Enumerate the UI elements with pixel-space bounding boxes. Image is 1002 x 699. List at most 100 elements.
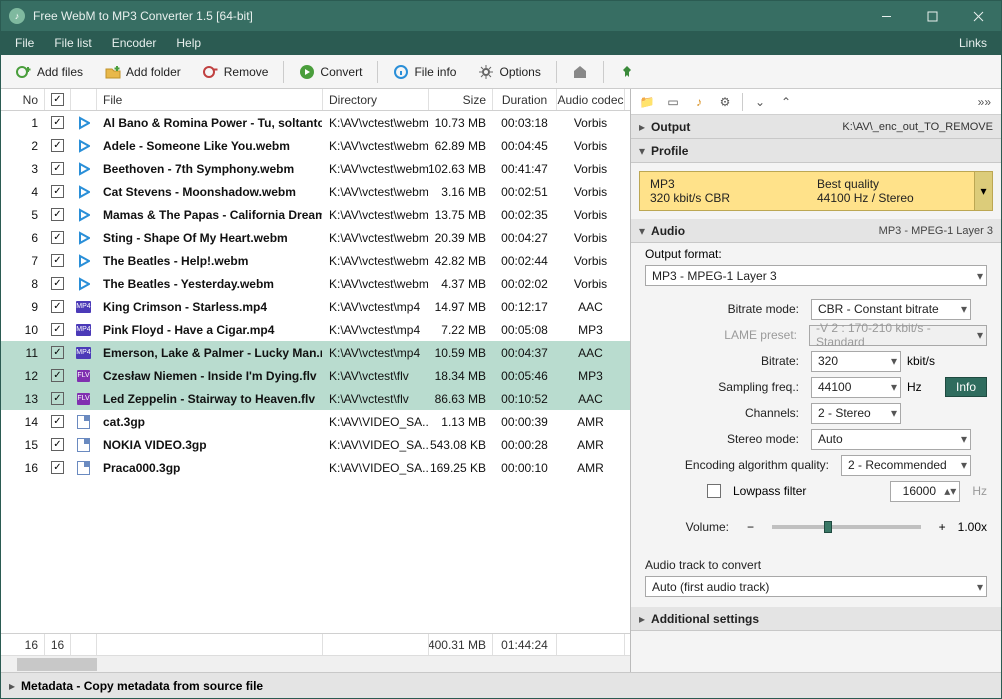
- convert-icon: [299, 64, 315, 80]
- table-row[interactable]: 2✓Adele - Someone Like You.webmK:\AV\vct…: [1, 134, 630, 157]
- audio-pane-header[interactable]: ▾ Audio MP3 - MPEG-1 Layer 3: [631, 219, 1001, 243]
- row-checkbox[interactable]: ✓: [45, 392, 71, 405]
- row-checkbox[interactable]: ✓: [45, 185, 71, 198]
- bitrate-unit: kbit/s: [907, 354, 935, 368]
- add-files-button[interactable]: Add files: [7, 59, 92, 85]
- row-checkbox[interactable]: ✓: [45, 208, 71, 221]
- row-size: 7.22 MB: [429, 323, 493, 337]
- row-checkbox[interactable]: ✓: [45, 162, 71, 175]
- sampling-select[interactable]: 44100▾: [811, 377, 901, 398]
- table-row[interactable]: 12✓FLVCzesław Niemen - Inside I'm Dying.…: [1, 364, 630, 387]
- table-row[interactable]: 6✓Sting - Shape Of My Heart.webmK:\AV\vc…: [1, 226, 630, 249]
- stereo-mode-select[interactable]: Auto▾: [811, 429, 971, 450]
- row-checkbox[interactable]: ✓: [45, 346, 71, 359]
- info-button[interactable]: Info: [945, 377, 987, 397]
- chevron-up-icon[interactable]: ⌃: [774, 91, 798, 113]
- metadata-label: Metadata - Copy metadata from source fil…: [21, 679, 263, 693]
- col-no[interactable]: No: [1, 89, 45, 110]
- options-button[interactable]: Options: [469, 59, 549, 85]
- convert-button[interactable]: Convert: [290, 59, 371, 85]
- bitrate-mode-select[interactable]: CBR - Constant bitrate▾: [811, 299, 971, 320]
- row-codec: Vorbis: [557, 139, 625, 153]
- volume-slider[interactable]: [772, 525, 921, 529]
- row-codec: Vorbis: [557, 254, 625, 268]
- row-checkbox[interactable]: ✓: [45, 369, 71, 382]
- file-info-button[interactable]: File info: [384, 59, 465, 85]
- col-file[interactable]: File: [97, 89, 323, 110]
- table-row[interactable]: 15✓NOKIA VIDEO.3gpK:\AV\VIDEO_SA...543.0…: [1, 433, 630, 456]
- output-pane-header[interactable]: ▸ Output K:\AV\_enc_out_TO_REMOVE: [631, 115, 1001, 139]
- lowpass-checkbox[interactable]: [707, 484, 721, 498]
- window-title: Free WebM to MP3 Converter 1.5 [64-bit]: [33, 9, 863, 23]
- profile-pane-header[interactable]: ▾ Profile: [631, 139, 1001, 163]
- algq-select[interactable]: 2 - Recommended▾: [841, 455, 971, 476]
- minimize-button[interactable]: [863, 1, 909, 31]
- maximize-button[interactable]: [909, 1, 955, 31]
- channels-select[interactable]: 2 - Stereo▾: [811, 403, 901, 424]
- table-row[interactable]: 11✓MP4Emerson, Lake & Palmer - Lucky Man…: [1, 341, 630, 364]
- row-checkbox[interactable]: ✓: [45, 254, 71, 267]
- close-button[interactable]: [955, 1, 1001, 31]
- row-checkbox[interactable]: ✓: [45, 231, 71, 244]
- col-duration[interactable]: Duration: [493, 89, 557, 110]
- table-row[interactable]: 5✓Mamas & The Papas - California Dreami.…: [1, 203, 630, 226]
- horizontal-scrollbar[interactable]: [1, 655, 630, 672]
- output-format-select[interactable]: MP3 - MPEG-1 Layer 3▾: [645, 265, 987, 286]
- menu-filelist[interactable]: File list: [44, 32, 101, 54]
- col-directory[interactable]: Directory: [323, 89, 429, 110]
- row-checkbox[interactable]: ✓: [45, 277, 71, 290]
- table-row[interactable]: 7✓The Beatles - Help!.webmK:\AV\vctest\w…: [1, 249, 630, 272]
- gear-icon[interactable]: ⚙: [713, 91, 737, 113]
- row-checkbox[interactable]: ✓: [45, 116, 71, 129]
- pin-button[interactable]: [610, 59, 644, 85]
- table-row[interactable]: 8✓The Beatles - Yesterday.webmK:\AV\vcte…: [1, 272, 630, 295]
- table-row[interactable]: 10✓MP4Pink Floyd - Have a Cigar.mp4K:\AV…: [1, 318, 630, 341]
- folder-icon[interactable]: 📁: [635, 91, 659, 113]
- table-row[interactable]: 13✓FLVLed Zeppelin - Stairway to Heaven.…: [1, 387, 630, 410]
- col-check[interactable]: ✓: [45, 89, 71, 110]
- table-row[interactable]: 4✓Cat Stevens - Moonshadow.webmK:\AV\vct…: [1, 180, 630, 203]
- row-codec: Vorbis: [557, 116, 625, 130]
- metadata-pane[interactable]: ▸ Metadata - Copy metadata from source f…: [1, 672, 1001, 698]
- row-checkbox[interactable]: ✓: [45, 323, 71, 336]
- additional-settings-header[interactable]: ▸Additional settings: [631, 607, 1001, 631]
- browse-icon[interactable]: ▭: [661, 91, 685, 113]
- row-checkbox[interactable]: ✓: [45, 300, 71, 313]
- table-row[interactable]: 3✓Beethoven - 7th Symphony.webmK:\AV\vct…: [1, 157, 630, 180]
- row-duration: 00:04:27: [493, 231, 557, 245]
- grid-body[interactable]: 1✓Al Bano & Romina Power - Tu, soltanto …: [1, 111, 630, 633]
- col-codec[interactable]: Audio codec: [557, 89, 625, 110]
- col-size[interactable]: Size: [429, 89, 493, 110]
- row-checkbox[interactable]: ✓: [45, 438, 71, 451]
- row-size: 543.08 KB: [429, 438, 493, 452]
- table-row[interactable]: 14✓cat.3gpK:\AV\VIDEO_SA...1.13 MB00:00:…: [1, 410, 630, 433]
- remove-button[interactable]: Remove: [194, 59, 278, 85]
- music-icon[interactable]: ♪: [687, 91, 711, 113]
- menu-file[interactable]: File: [5, 32, 44, 54]
- check-all[interactable]: ✓: [51, 93, 64, 106]
- table-row[interactable]: 16✓Praca000.3gpK:\AV\VIDEO_SA...169.25 K…: [1, 456, 630, 479]
- chevron-down-icon[interactable]: ⌄: [748, 91, 772, 113]
- file-type-icon: [71, 208, 97, 222]
- profile-dropdown-icon[interactable]: ▾: [974, 172, 992, 210]
- menu-help[interactable]: Help: [166, 32, 211, 54]
- profile-selector[interactable]: MP3320 kbit/s CBR Best quality44100 Hz /…: [639, 171, 993, 211]
- audio-track-select[interactable]: Auto (first audio track)▾: [645, 576, 987, 597]
- volume-minus[interactable]: −: [741, 520, 760, 534]
- row-checkbox[interactable]: ✓: [45, 415, 71, 428]
- col-icon[interactable]: [71, 89, 97, 110]
- table-row[interactable]: 9✓MP4King Crimson - Starless.mp4K:\AV\vc…: [1, 295, 630, 318]
- menu-encoder[interactable]: Encoder: [102, 32, 167, 54]
- expand-icon[interactable]: »»: [972, 91, 997, 113]
- row-checkbox[interactable]: ✓: [45, 461, 71, 474]
- volume-plus[interactable]: +: [933, 520, 952, 534]
- add-folder-button[interactable]: Add folder: [96, 59, 190, 85]
- row-size: 13.75 MB: [429, 208, 493, 222]
- table-row[interactable]: 1✓Al Bano & Romina Power - Tu, soltanto …: [1, 111, 630, 134]
- row-checkbox[interactable]: ✓: [45, 139, 71, 152]
- home-button[interactable]: [563, 59, 597, 85]
- row-file: Adele - Someone Like You.webm: [97, 139, 323, 153]
- bitrate-select[interactable]: 320▾: [811, 351, 901, 372]
- lowpass-value[interactable]: 16000▴▾: [890, 481, 960, 502]
- menu-links[interactable]: Links: [949, 32, 997, 54]
